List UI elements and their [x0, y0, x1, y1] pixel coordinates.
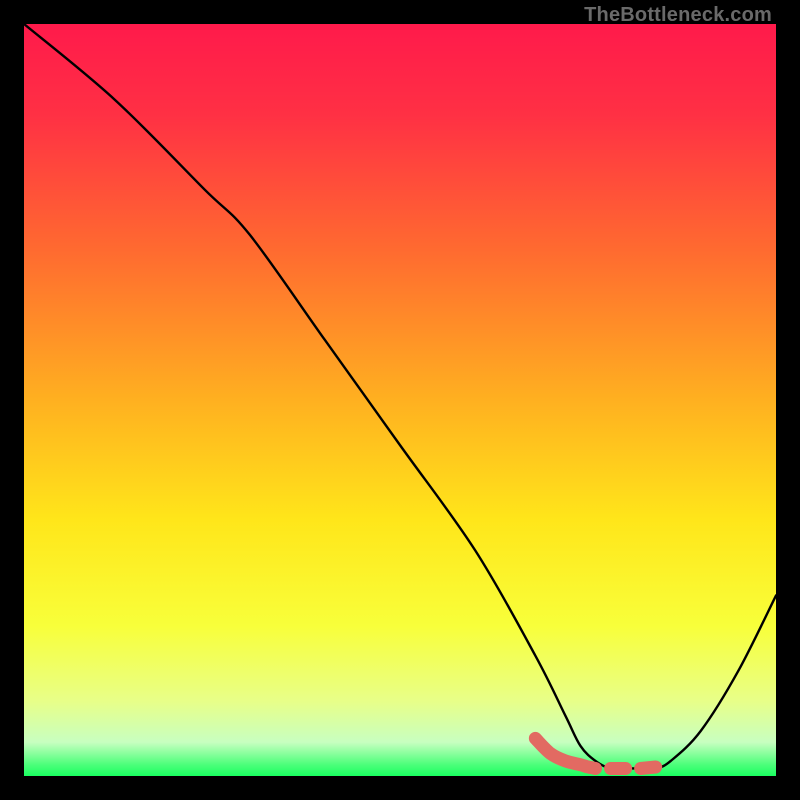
highlight-segment-2 [641, 767, 656, 769]
plot-area [24, 24, 776, 776]
chart-svg [24, 24, 776, 776]
chart-frame: TheBottleneck.com [0, 0, 800, 800]
highlight-group [535, 738, 655, 768]
bottleneck-curve-path [24, 24, 776, 769]
